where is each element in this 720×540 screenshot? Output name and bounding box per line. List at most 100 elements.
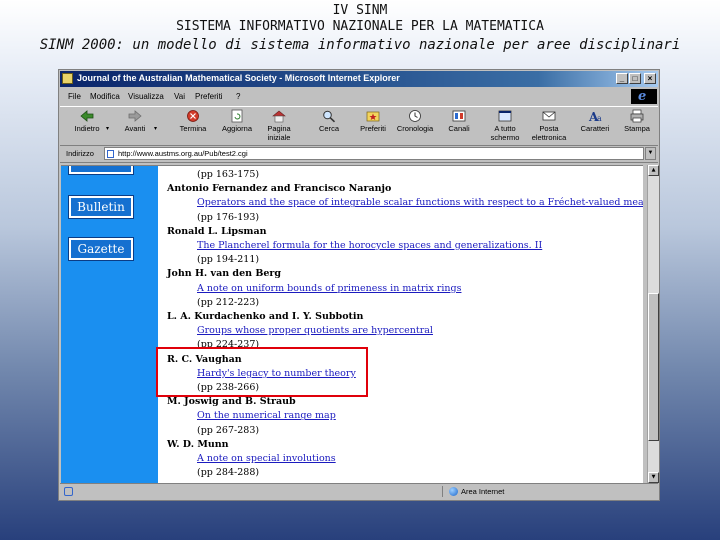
fullscreen-icon <box>498 110 512 122</box>
toolbar-fullscreen-button[interactable]: A tutto schermo <box>482 109 528 142</box>
slide-subtitle: SINM 2000: un modello di sistema informa… <box>39 37 681 53</box>
search-icon <box>323 110 336 123</box>
toolbar-history-button[interactable]: Cronologia <box>392 109 438 133</box>
ie-app-icon <box>62 73 73 84</box>
highlight-annotation-box <box>156 347 368 397</box>
vertical-scrollbar[interactable]: ▲ ▼ <box>647 165 659 483</box>
status-bar: Area Internet <box>60 483 658 499</box>
page-status-icon <box>64 487 73 496</box>
slide-title-1: IV SINM <box>332 3 388 18</box>
favorites-icon <box>366 111 380 122</box>
toolbar-fullscreen-label: A tutto schermo <box>490 124 520 142</box>
article-pages: (pp 194-211) <box>197 254 260 266</box>
scroll-down-button[interactable]: ▼ <box>648 472 659 483</box>
toolbar-font-button[interactable]: Aa Caratteri <box>572 109 618 133</box>
article-title-link[interactable]: The Plancherel formula for the horocycle… <box>167 239 637 253</box>
address-input[interactable]: http://www.austms.org.au/Pub/test2.cgi <box>104 147 644 160</box>
ie-logo-icon: e <box>631 89 657 104</box>
refresh-icon <box>231 109 243 123</box>
toolbar-back-label: Indietro <box>74 124 100 133</box>
nav-button-gazette[interactable]: Gazette <box>68 237 134 261</box>
toolbar-back-button[interactable]: Indietro ▾ <box>64 109 110 133</box>
menu-preferiti[interactable]: Preferiti <box>195 92 223 101</box>
address-dropdown-button[interactable]: ▼ <box>645 147 656 160</box>
toolbar: Indietro ▾ Avanti ▾ Termina Aggiorna Pagin… <box>60 106 658 146</box>
home-icon <box>272 110 286 123</box>
page-content: Bulletin Gazette (pp 163-175) Antonio Fe… <box>61 165 643 484</box>
toolbar-stop-button[interactable]: Termina <box>170 109 216 133</box>
article-authors: Antonio Fernandez and Francisco Naranjo <box>167 183 392 195</box>
close-button[interactable]: × <box>644 73 656 84</box>
browser-window: Journal of the Australian Mathematical S… <box>58 69 660 501</box>
toolbar-print-button[interactable]: Stampa <box>614 109 660 133</box>
security-zone: Area Internet <box>442 486 655 497</box>
address-bar: Indirizzo http://www.austms.org.au/Pub/t… <box>60 145 658 163</box>
scroll-up-button[interactable]: ▲ <box>648 165 659 176</box>
maximize-button[interactable]: □ <box>629 73 641 84</box>
toolbar-print-label: Stampa <box>624 124 650 133</box>
font-icon: Aa <box>588 110 602 123</box>
minimize-button[interactable]: _ <box>616 73 628 84</box>
toolbar-forward-button[interactable]: Avanti ▾ <box>112 109 158 133</box>
menu-help[interactable]: ? <box>236 92 240 101</box>
history-icon <box>409 110 421 122</box>
forward-arrow-icon <box>128 110 142 122</box>
window-title: Journal of the Australian Mathematical S… <box>77 73 400 83</box>
article-title-link[interactable]: A note on special involutions <box>167 452 637 466</box>
article-title-link[interactable]: Groups whose proper quotients are hyperc… <box>167 324 637 338</box>
toolbar-mail-button[interactable]: Posta elettronica <box>526 109 572 142</box>
menu-visualizza[interactable]: Visualizza <box>128 92 164 101</box>
nav-button-bulletin[interactable]: Bulletin <box>68 195 134 219</box>
article-pages: (pp 212-223) <box>197 296 260 308</box>
article-pages: (pp 267-283) <box>197 424 260 436</box>
menu-vai[interactable]: Vai <box>174 92 185 101</box>
back-dropdown-icon[interactable]: ▾ <box>106 125 109 134</box>
toolbar-mail-label: Posta elettronica <box>531 124 567 142</box>
globe-icon <box>449 487 458 496</box>
article-authors: L. A. Kurdachenko and I. Y. Subbotin <box>167 311 364 323</box>
address-label: Indirizzo <box>66 149 94 158</box>
forward-dropdown-icon[interactable]: ▾ <box>154 125 157 134</box>
toolbar-refresh-button[interactable]: Aggiorna <box>214 109 260 133</box>
scroll-thumb[interactable] <box>648 293 659 441</box>
toolbar-favorites-button[interactable]: Preferiti <box>350 109 396 133</box>
back-arrow-icon <box>80 110 94 122</box>
toolbar-stop-label: Termina <box>179 124 207 133</box>
article-authors: M. Joswig and B. Straub <box>167 396 296 408</box>
toolbar-channels-label: Canali <box>448 124 470 133</box>
article-title-link[interactable]: A note on uniform bounds of primeness in… <box>167 282 637 296</box>
toolbar-history-label: Cronologia <box>396 124 434 133</box>
article-pages: (pp 163-175) <box>197 169 260 180</box>
print-icon <box>630 109 644 123</box>
menu-bar: File Modifica Visualizza Vai Preferiti ? <box>60 88 658 105</box>
toolbar-search-button[interactable]: Cerca <box>306 109 352 133</box>
menu-modifica[interactable]: Modifica <box>90 92 120 101</box>
slide-title-2: SISTEMA INFORMATIVO NAZIONALE PER LA MAT… <box>176 19 544 34</box>
menu-file[interactable]: File <box>68 92 81 101</box>
toolbar-home-button[interactable]: Pagina iniziale <box>256 109 302 142</box>
article-authors: John H. van den Berg <box>167 268 282 280</box>
stop-icon <box>187 110 199 122</box>
toolbar-forward-label: Avanti <box>124 124 146 133</box>
page-icon <box>107 150 114 158</box>
zone-label: Area Internet <box>461 487 505 496</box>
window-titlebar[interactable]: Journal of the Australian Mathematical S… <box>60 71 658 87</box>
toolbar-search-label: Cerca <box>318 124 339 133</box>
article-title-link[interactable]: On the numerical range map <box>167 409 637 423</box>
toolbar-favorites-label: Preferiti <box>360 124 386 133</box>
channels-icon <box>452 110 466 122</box>
article-list: (pp 163-175) Antonio Fernandez and Franc… <box>167 166 643 480</box>
address-url[interactable]: http://www.austms.org.au/Pub/test2.cgi <box>118 149 248 158</box>
toolbar-refresh-label: Aggiorna <box>221 124 253 133</box>
article-authors: Ronald L. Lipsman <box>167 225 267 237</box>
mail-icon <box>542 111 556 121</box>
toolbar-home-label: Pagina iniziale <box>267 124 291 142</box>
toolbar-font-label: Caratteri <box>580 124 610 133</box>
journal-nav-panel: Bulletin Gazette <box>61 166 158 484</box>
article-pages: (pp 176-193) <box>197 211 260 223</box>
nav-button-journal[interactable] <box>68 166 134 175</box>
svg-text:a: a <box>597 114 602 123</box>
toolbar-channels-button[interactable]: Canali <box>436 109 482 133</box>
article-title-link[interactable]: Operators and the space of integrable sc… <box>167 196 643 210</box>
article-authors: W. D. Munn <box>167 438 229 450</box>
